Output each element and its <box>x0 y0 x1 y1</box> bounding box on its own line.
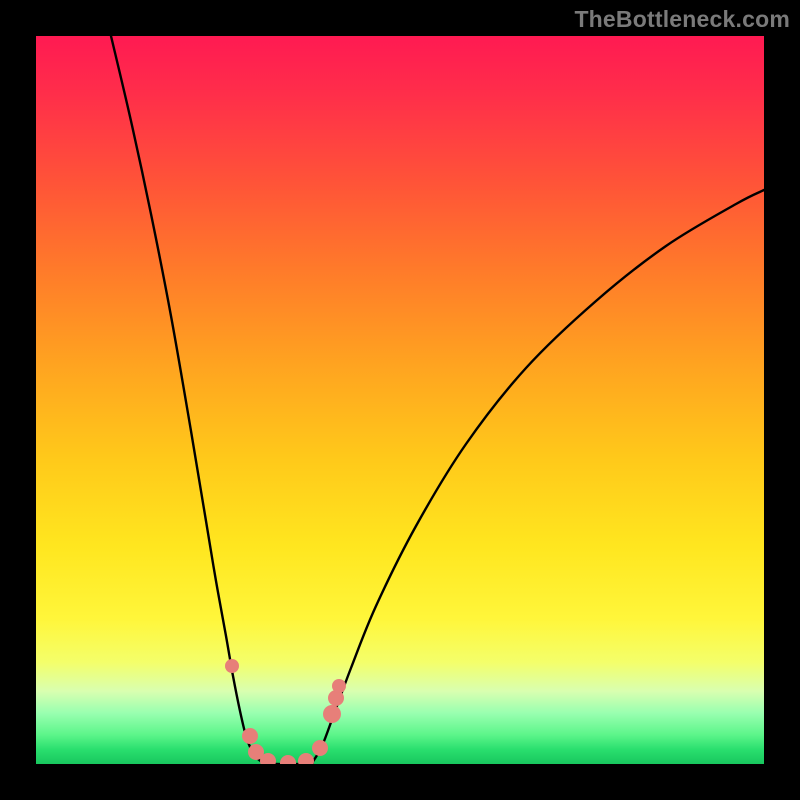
chart-plot-area <box>36 36 764 764</box>
chart-svg <box>36 36 764 764</box>
data-point-marker <box>332 679 346 693</box>
data-point-marker <box>242 728 258 744</box>
watermark-text: TheBottleneck.com <box>574 6 790 33</box>
data-point-marker <box>312 740 328 756</box>
curve-line <box>111 36 764 764</box>
data-point-marker <box>280 755 296 764</box>
data-point-marker <box>298 753 314 764</box>
data-point-marker <box>323 705 341 723</box>
data-point-marker <box>225 659 239 673</box>
curve-markers <box>225 659 346 764</box>
bottleneck-curve <box>111 36 764 764</box>
chart-frame: TheBottleneck.com <box>0 0 800 800</box>
